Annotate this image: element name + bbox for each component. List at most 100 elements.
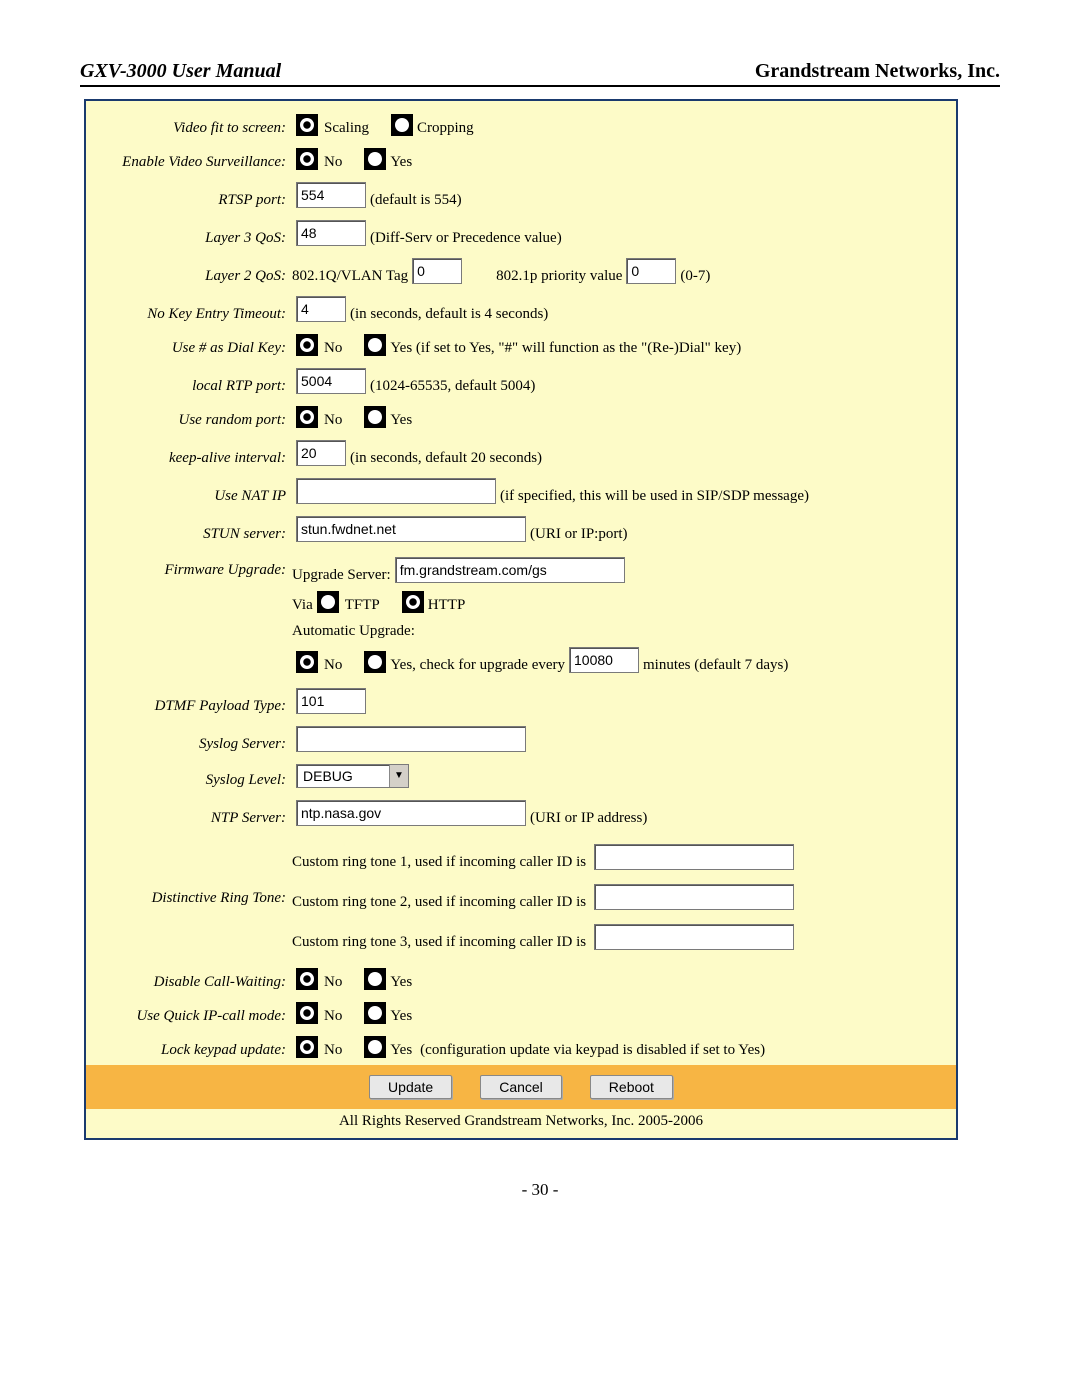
label-disable-cw: Disable Call-Waiting: (86, 972, 292, 992)
chevron-down-icon: ▼ (389, 765, 408, 787)
ring2-text: Custom ring tone 2, used if incoming cal… (292, 894, 586, 910)
opt-lock-yes: Yes (390, 1040, 412, 1060)
label-dtmf: DTMF Payload Type: (86, 696, 292, 716)
hint-stun: (URI or IP:port) (530, 524, 628, 544)
radio-lock-no[interactable] (296, 1036, 318, 1058)
radio-auto-yes[interactable] (364, 651, 386, 673)
label-ringtone: Distinctive Ring Tone: (86, 888, 292, 908)
opt-surv-yes: Yes (390, 152, 412, 172)
reboot-button[interactable]: Reboot (590, 1075, 673, 1099)
radio-lock-yes[interactable] (364, 1036, 386, 1058)
opt-random-no: No (324, 410, 342, 430)
hint-local-rtp: (1024-65535, default 5004) (370, 376, 535, 396)
cancel-button[interactable]: Cancel (480, 1075, 562, 1099)
radio-via-tftp[interactable] (317, 591, 339, 613)
config-form: Video fit to screen: Scaling Cropping En… (84, 99, 958, 1140)
header-left: GXV-3000 User Manual (80, 60, 281, 83)
radio-surv-yes[interactable] (364, 148, 386, 170)
radio-random-no[interactable] (296, 406, 318, 428)
opt-quickip-no: No (324, 1006, 342, 1026)
label-auto-upgrade: Automatic Upgrade: (292, 621, 415, 641)
label-nokey: No Key Entry Timeout: (86, 304, 292, 324)
label-via: Via (292, 595, 313, 615)
opt-via-http: HTTP (428, 595, 466, 615)
label-video-fit: Video fit to screen: (86, 118, 292, 138)
input-ring1[interactable] (594, 844, 794, 870)
label-keepalive: keep-alive interval: (86, 448, 292, 468)
select-value: DEBUG (297, 766, 389, 786)
label-local-rtp: local RTP port: (86, 376, 292, 396)
hint-nokey: (in seconds, default is 4 seconds) (350, 304, 548, 324)
update-button[interactable]: Update (369, 1075, 452, 1099)
opt-quickip-yes: Yes (390, 1006, 412, 1026)
ring1-text: Custom ring tone 1, used if incoming cal… (292, 854, 586, 870)
label-nat-ip: Use NAT IP (86, 486, 292, 506)
label-layer3: Layer 3 QoS: (86, 228, 292, 248)
opt-cropping: Cropping (417, 118, 474, 138)
hint-layer3: (Diff-Serv or Precedence value) (370, 228, 562, 248)
select-syslog-level[interactable]: DEBUG ▼ (296, 764, 409, 788)
opt-hash-no: No (324, 338, 342, 358)
input-nat-ip[interactable] (296, 478, 496, 504)
radio-quickip-no[interactable] (296, 1002, 318, 1024)
input-upgrade-server[interactable]: fm.grandstream.com/gs (395, 557, 625, 583)
input-syslog-server[interactable] (296, 726, 526, 752)
input-dtmf[interactable]: 101 (296, 688, 366, 714)
label-enable-video-surv: Enable Video Surveillance: (86, 152, 292, 172)
radio-video-fit-cropping[interactable] (391, 114, 413, 136)
opt-surv-no: No (324, 152, 342, 172)
label-layer2: Layer 2 QoS: (86, 266, 292, 286)
input-auto-minutes[interactable]: 10080 (569, 647, 639, 673)
hint-nat-ip: (if specified, this will be used in SIP/… (500, 486, 809, 506)
hint-ntp: (URI or IP address) (530, 808, 647, 828)
hint-lock: (configuration update via keypad is disa… (420, 1040, 765, 1060)
opt-via-tftp: TFTP (345, 595, 380, 615)
radio-via-http[interactable] (402, 591, 424, 613)
input-ring3[interactable] (594, 924, 794, 950)
radio-quickip-yes[interactable] (364, 1002, 386, 1024)
input-stun[interactable]: stun.fwdnet.net (296, 516, 526, 542)
action-bar: Update Cancel Reboot (86, 1065, 956, 1109)
radio-cw-no[interactable] (296, 968, 318, 990)
label-ntp: NTP Server: (86, 808, 292, 828)
radio-hash-no[interactable] (296, 334, 318, 356)
input-rtsp-port[interactable]: 554 (296, 182, 366, 208)
opt-scaling: Scaling (324, 118, 369, 138)
label-upgrade-server: Upgrade Server: (292, 565, 391, 585)
label-random-port: Use random port: (86, 410, 292, 430)
input-keepalive[interactable]: 20 (296, 440, 346, 466)
label-quick-ip: Use Quick IP-call mode: (86, 1006, 292, 1026)
header-right: Grandstream Networks, Inc. (755, 60, 1000, 83)
opt-auto-yes-pre: Yes, check for upgrade every (390, 655, 565, 675)
opt-lock-no: No (324, 1040, 342, 1060)
label-syslog-level: Syslog Level: (86, 770, 292, 790)
input-nokey[interactable]: 4 (296, 296, 346, 322)
input-vlan-tag[interactable]: 0 (412, 258, 462, 284)
label-firmware: Firmware Upgrade: (86, 554, 292, 580)
label-hash-dial: Use # as Dial Key: (86, 338, 292, 358)
label-stun: STUN server: (86, 524, 292, 544)
page-header: GXV-3000 User Manual Grandstream Network… (80, 60, 1000, 87)
radio-random-yes[interactable] (364, 406, 386, 428)
label-vlan-tag: 802.1Q/VLAN Tag (292, 266, 408, 286)
input-8021p[interactable]: 0 (626, 258, 676, 284)
radio-hash-yes[interactable] (364, 334, 386, 356)
input-layer3[interactable]: 48 (296, 220, 366, 246)
hint-layer2: (0-7) (680, 266, 710, 286)
opt-random-yes: Yes (390, 410, 412, 430)
radio-video-fit-scaling[interactable] (296, 114, 318, 136)
opt-auto-yes-post: minutes (default 7 days) (643, 655, 788, 675)
input-local-rtp[interactable]: 5004 (296, 368, 366, 394)
input-ntp[interactable]: ntp.nasa.gov (296, 800, 526, 826)
radio-surv-no[interactable] (296, 148, 318, 170)
label-8021p: 802.1p priority value (496, 266, 622, 286)
radio-cw-yes[interactable] (364, 968, 386, 990)
label-rtsp-port: RTSP port: (86, 190, 292, 210)
opt-auto-no: No (324, 655, 342, 675)
ring3-text: Custom ring tone 3, used if incoming cal… (292, 934, 586, 950)
opt-cw-no: No (324, 972, 342, 992)
input-ring2[interactable] (594, 884, 794, 910)
page-number: - 30 - (80, 1180, 1000, 1200)
hint-rtsp: (default is 554) (370, 190, 462, 210)
radio-auto-no[interactable] (296, 651, 318, 673)
